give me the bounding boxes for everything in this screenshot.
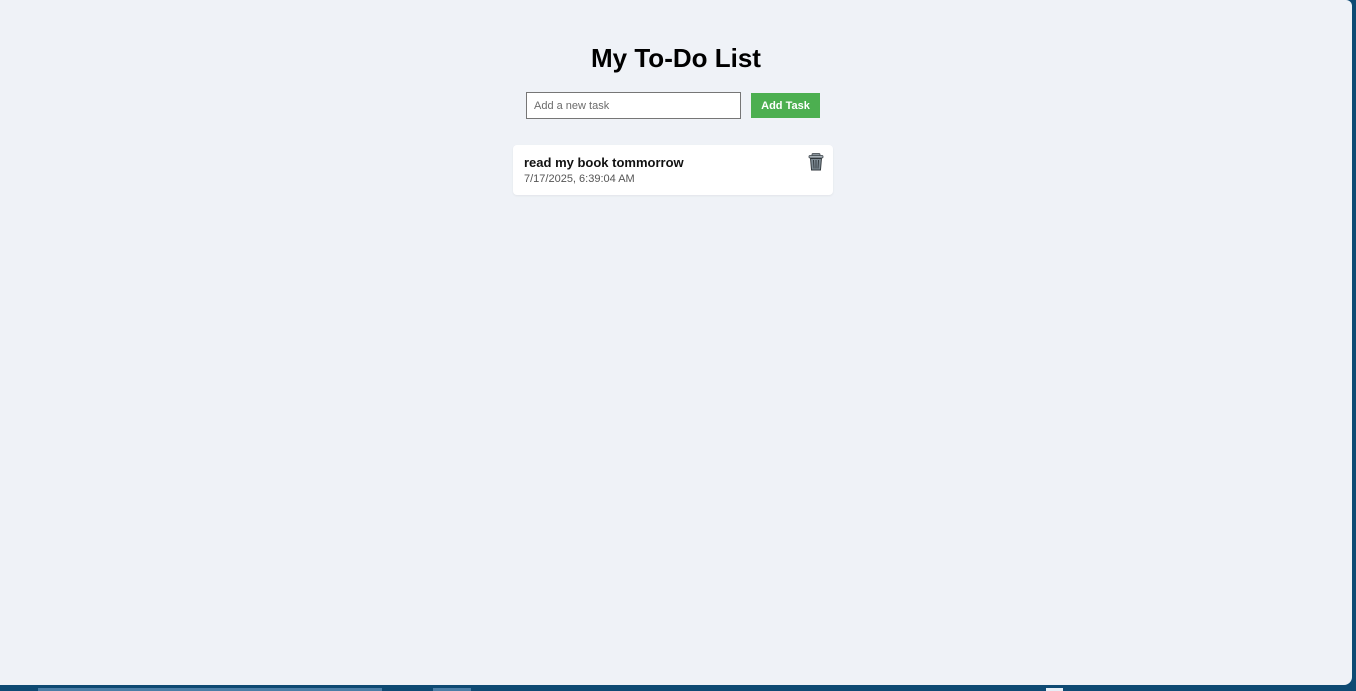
task-timestamp: 7/17/2025, 6:39:04 AM bbox=[524, 173, 635, 185]
page-title: My To-Do List bbox=[591, 43, 761, 73]
delete-task-button[interactable] bbox=[808, 153, 824, 171]
trash-icon bbox=[808, 153, 824, 171]
add-task-button[interactable]: Add Task bbox=[751, 93, 820, 118]
task-text: read my book tommorrow bbox=[524, 155, 684, 170]
new-task-input[interactable] bbox=[526, 92, 741, 119]
add-task-form: Add Task bbox=[526, 92, 820, 119]
app-window: My To-Do List Add Task read my book tomm… bbox=[0, 0, 1352, 685]
task-item: read my book tommorrow 7/17/2025, 6:39:0… bbox=[513, 145, 833, 195]
